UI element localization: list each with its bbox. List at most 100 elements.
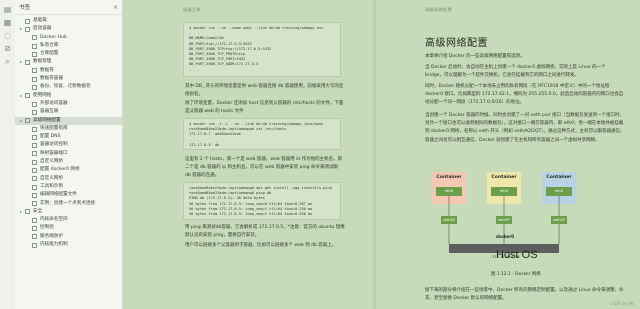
paragraph: 除了环境变量，Docker 还添加 host 信息到父容器的 /etc/host… <box>185 101 344 115</box>
close-icon[interactable]: × <box>113 4 118 11</box>
bookmark-item[interactable]: 自定义网桥 <box>15 175 122 183</box>
bookmark-label: 服务端防护 <box>40 233 63 239</box>
bookmark-panel: 书签 × 基础篇 ▸ 启动容器 Docker Hub 私有仓库 仓库配置 ▸ 数据管理 数据卷数… <box>15 0 123 309</box>
bookmark-label: 配置 DNS <box>40 134 61 140</box>
comment-icon[interactable]: ◌ <box>3 31 12 40</box>
bookmark-label: 外部访问容器 <box>40 100 68 106</box>
paragraph: 接下来的部分将介绍在一些场景中，Docker 所有的网络定制配置。以及通过 Li… <box>425 288 624 302</box>
bookmark-label: 编辑网络配置文件 <box>40 192 77 198</box>
bookmark-item[interactable]: 工具和示例 <box>15 183 122 191</box>
bookmark-label: 实例：创建一个点到点连接 <box>40 200 96 206</box>
page-left: 容器互联 $ docker run --rm --name web2 --lin… <box>123 0 373 309</box>
bookmark-item[interactable]: 备份、恢复、迁移数据卷 <box>15 83 122 91</box>
bookmark-item[interactable]: 数据卷 <box>15 67 122 75</box>
paragraph: 用 ping 来测试db容器，它会解析成 172.17.0.5。*注意：官方的 … <box>185 225 345 239</box>
expand-caret-icon[interactable]: ▸ <box>20 117 24 125</box>
veth-interface: vethXX <box>441 216 457 224</box>
bookmark-label: 工具和示例 <box>40 183 63 189</box>
bookmark-label: 高级网络配置 <box>33 117 61 123</box>
bookmark-icon <box>25 18 30 24</box>
bookmark-item[interactable]: 内核命名空间 <box>15 216 122 224</box>
bookmark-label: 容器互联 <box>40 109 59 115</box>
bookmark-tree: 基础篇 ▸ 启动容器 Docker Hub 私有仓库 仓库配置 ▸ 数据管理 数据卷 数据卷容器备… <box>15 15 122 249</box>
bookmark-label: 配置 docker0 网桥 <box>40 167 80 173</box>
veth-interface: vethZZ <box>551 216 567 224</box>
bookmark-icon <box>32 184 37 190</box>
bookmark-label: 数据管理 <box>33 59 52 65</box>
bookmark-icon <box>32 159 37 165</box>
code-block-hosts: $ docker run -t -i --rm --link db:db tra… <box>183 118 341 150</box>
bookmark-item[interactable]: ▸ 安全 <box>15 208 122 216</box>
bookmark-item[interactable]: ▸ 数据管理 <box>15 58 122 66</box>
paragraph: 本章将介绍 Docker 的一些高级网络配置和选项。 <box>425 54 525 59</box>
bookmark-icon <box>32 126 37 132</box>
bookmark-icon <box>32 167 37 173</box>
bookmark-item[interactable]: 内核能力机制 <box>15 241 122 249</box>
bookmark-label: 自定义网桥 <box>40 175 63 181</box>
bookmark-label: 使用网络 <box>33 92 52 98</box>
bookmark-icon <box>32 217 37 223</box>
bookmark-panel-title: 书签 <box>19 5 31 11</box>
host-os-label: Host OS <box>496 249 538 261</box>
bookmark-item[interactable]: 服务端防护 <box>15 233 122 241</box>
bookmark-icon <box>32 234 37 240</box>
bookmark-icon <box>32 201 37 207</box>
bookmark-label: 私有仓库 <box>40 42 59 48</box>
paragraph: 这里有 2 个 hosts，第一个是 web 容器，web 容器用 id 作为他… <box>185 157 343 179</box>
bookmark-icon <box>32 192 37 198</box>
bookmark-label: 内核能力机制 <box>40 242 68 248</box>
bookmark-icon <box>32 226 37 232</box>
bookmark-item[interactable]: 基础篇 <box>15 17 122 25</box>
bookmark-item[interactable]: 外部访问容器 <box>15 100 122 108</box>
bookmark-item[interactable]: 数据卷容器 <box>15 75 122 83</box>
bookmark-label: 基础篇 <box>33 18 47 23</box>
bookmark-item[interactable]: ▸ 使用网络 <box>15 92 122 100</box>
bookmark-item[interactable]: 实例：创建一个点到点连接 <box>15 200 122 208</box>
bookmark-item[interactable]: 配置 DNS <box>15 133 122 141</box>
bookmark-label: 备份、恢复、迁移数据卷 <box>40 84 91 90</box>
bookmark-item[interactable]: 控制组 <box>15 224 122 232</box>
expand-caret-icon[interactable]: ▸ <box>20 25 24 33</box>
bookmark-panel-header: 书签 × <box>15 0 122 15</box>
paragraph: 当创建一个 Docker 容器的时候，同时会创建了一对 veth pair 接口… <box>425 113 625 143</box>
watermark: CSDN @小熊 <box>609 301 634 306</box>
bookmark-icon <box>25 60 30 66</box>
expand-caret-icon[interactable]: ▸ <box>20 92 24 100</box>
veth-interface: vethYY <box>496 216 512 224</box>
bookmark-item[interactable]: ▸ 高级网络配置 <box>15 116 122 125</box>
bookmark-label: Docker Hub <box>40 34 67 40</box>
bookmark-item[interactable]: 编辑网络配置文件 <box>15 191 122 199</box>
bookmark-item[interactable]: 仓库配置 <box>15 50 122 58</box>
bookmark-label: 数据卷 <box>40 67 54 73</box>
bookmark-item[interactable]: 容器互联 <box>15 108 122 116</box>
bookmark-icon <box>32 143 37 149</box>
bookmark-label: 内核命名空间 <box>40 217 68 223</box>
expand-caret-icon[interactable]: ▸ <box>20 208 24 216</box>
bookmark-item[interactable]: 容器访问控制 <box>15 141 122 149</box>
bookmark-icon <box>25 93 30 99</box>
bookmark-icon <box>32 151 37 157</box>
bookmark-label: 数据卷容器 <box>40 76 63 82</box>
bookmark-label: 启动容器 <box>33 26 52 32</box>
bookmark-icon <box>25 26 30 32</box>
bookmark-label: 快速配置指南 <box>40 125 68 131</box>
bookmark-icon[interactable]: ▤ <box>3 5 12 14</box>
page-thumbnail-icon[interactable]: ▦ <box>3 18 12 27</box>
search-icon[interactable]: ⌕ <box>3 57 12 66</box>
bookmark-item[interactable]: 私有仓库 <box>15 42 122 50</box>
bookmark-item[interactable]: 映射容器端口 <box>15 150 122 158</box>
bookmark-icon <box>32 109 37 115</box>
expand-caret-icon[interactable]: ▸ <box>20 58 24 66</box>
bookmark-item[interactable]: 配置 docker0 网桥 <box>15 166 122 174</box>
bookmark-item[interactable]: ▸ 启动容器 <box>15 25 122 33</box>
code-block-env: $ docker run --rm --name web2 --link db:… <box>183 22 341 77</box>
bookmark-label: 容器访问控制 <box>40 142 68 148</box>
figure-caption: 图 1.12.1 - Docker 网络 <box>491 272 541 277</box>
bookmark-item[interactable]: 自定义网桥 <box>15 158 122 166</box>
bookmark-label: 控制组 <box>40 225 54 231</box>
paragraph: 当 Docker 启动时，会自动在主机上创建一个 docker0 虚拟网桥，实际… <box>425 65 606 79</box>
bookmark-item[interactable]: Docker Hub <box>15 34 122 42</box>
attachment-icon[interactable]: ⊘ <box>3 44 12 53</box>
bookmark-item[interactable]: 快速配置指南 <box>15 125 122 133</box>
bookmark-icon <box>25 209 30 215</box>
